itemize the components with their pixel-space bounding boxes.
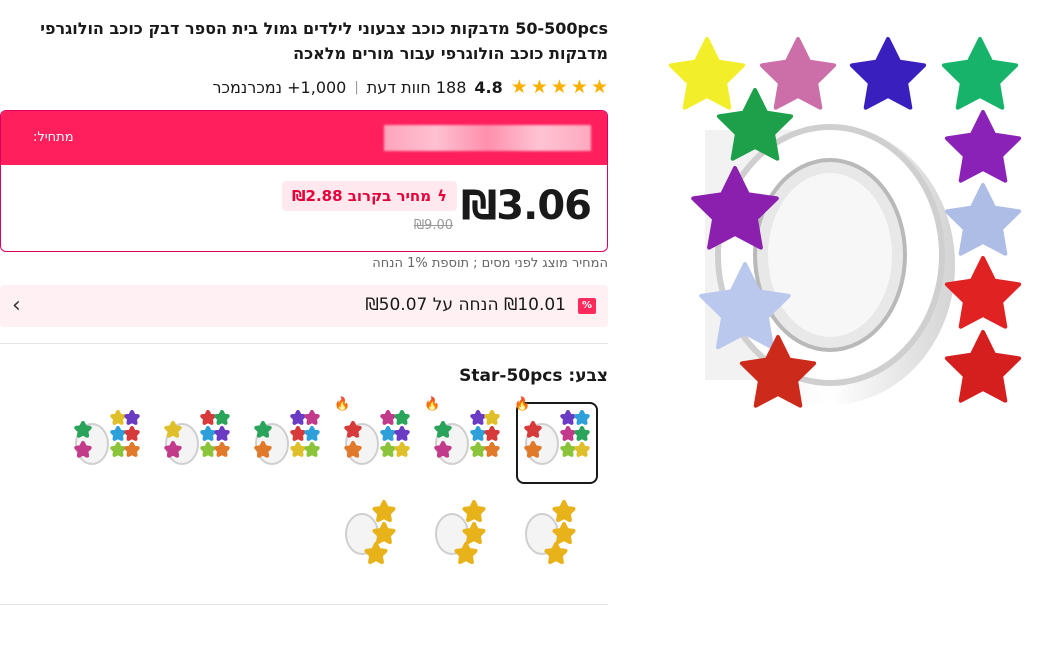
star-sticker [394,426,410,441]
variant-thumbnail[interactable]: 🔥 [514,397,598,484]
star-sticker [110,426,126,441]
variant-thumbnail[interactable] [70,406,144,480]
star-sticker [124,426,140,441]
price-box: מתחיל: ₪3.06 ϟ מחיר בקרוב ₪2.88 ₪9.00 [0,110,608,252]
star-sticker [394,442,410,457]
star-sticker [304,410,320,425]
variant-image [164,410,230,465]
product-info-column: 50-500pcs מדבקות כוכב צבעוני לילדים גמול… [0,0,608,652]
discount-banner[interactable]: % ₪10.01 הנחה על ₪50.07 › [0,285,608,327]
star-sticker [462,500,486,523]
star-sticker [110,410,126,425]
star-icon: ★ [510,75,528,98]
percent-icon: % [578,298,596,314]
star-sticker [200,442,216,457]
variant-image [74,410,140,465]
star-sticker [484,442,500,457]
star-sticker [944,330,1022,403]
star-sticker [380,410,396,425]
price-banner: מתחיל: [1,111,607,165]
fire-icon: 🔥 [424,397,441,412]
star-sticker [574,410,590,425]
star-sticker [380,426,396,441]
variant-image [524,410,590,465]
star-sticker [668,37,746,110]
rating-score: 4.8 [474,77,503,97]
product-image [668,37,1022,408]
star-sticker [470,442,486,457]
lightning-icon: ϟ [437,187,447,205]
variant-thumbnail[interactable] [340,496,414,570]
variant-thumbnail[interactable] [430,496,504,570]
star-sticker [470,426,486,441]
star-sticker [560,410,576,425]
star-sticker [941,37,1019,110]
variant-image [345,500,396,565]
star-sticker [849,37,927,110]
star-sticker [290,410,306,425]
sold-count: 1,000+ נמכרנמכר [212,77,347,97]
fire-icon: 🔥 [334,397,351,412]
star-icon: ★ [590,75,608,98]
separator: | [354,79,359,95]
star-sticker [200,426,216,441]
star-sticker [110,442,126,457]
review-count[interactable]: 188 חוות דעת [367,78,467,97]
star-sticker [484,410,500,425]
star-sticker [214,442,230,457]
star-sticker [124,442,140,457]
star-sticker [214,426,230,441]
variant-thumbnail[interactable] [160,406,234,480]
star-sticker [304,426,320,441]
variant-image [435,500,486,565]
variant-thumbnail[interactable] [520,496,594,570]
star-sticker [560,442,576,457]
star-sticker [304,442,320,457]
star-sticker [124,410,140,425]
star-sticker [200,410,216,425]
tax-note: המחיר מוצג לפני מסים ; תוספת 1% הנחה [372,256,608,271]
start-label: מתחיל: [33,130,74,145]
star-sticker [394,410,410,425]
star-sticker [560,426,576,441]
star-sticker [944,256,1022,329]
variant-image [525,500,576,565]
star-sticker [552,500,576,523]
product-title: 50-500pcs מדבקות כוכב צבעוני לילדים גמול… [40,19,608,63]
star-sticker [290,442,306,457]
star-sticker [484,426,500,441]
star-sticker [759,37,837,110]
coming-soon-price: מחיר בקרוב ₪2.88 [291,187,432,205]
star-sticker [944,183,1022,256]
variant-thumbnail[interactable] [250,406,324,480]
variant-image [434,410,500,465]
star-icon: ★ [530,75,548,98]
star-icon: ★ [550,75,568,98]
variant-thumbnail[interactable]: 🔥 [334,397,414,480]
discount-text: ₪10.01 הנחה על ₪50.07 [365,295,566,315]
star-sticker [214,410,230,425]
star-sticker [944,110,1022,183]
star-sticker [290,426,306,441]
star-sticker [380,442,396,457]
star-icon: ★ [570,75,588,98]
variant-image [254,410,320,465]
variant-thumbnail[interactable]: 🔥 [424,397,504,480]
star-sticker [372,500,396,523]
coming-soon-price-badge: ϟ מחיר בקרוב ₪2.88 [281,181,457,211]
current-price: ₪3.06 [461,183,592,229]
blurred-banner-text [384,125,591,151]
chevron-right-icon[interactable]: › [12,293,21,318]
color-label: צבע: Star-50pcs [459,366,608,386]
star-sticker [574,442,590,457]
fire-icon: 🔥 [514,397,531,412]
divider [0,604,608,605]
divider [0,343,608,344]
star-sticker [470,410,486,425]
variant-image [344,410,410,465]
rating-row[interactable]: ★ ★ ★ ★ ★ 4.8 188 חוות דעת | 1,000+ נמכר… [213,75,608,99]
original-price: ₪9.00 [413,218,453,233]
star-sticker [574,426,590,441]
rating-stars: ★ ★ ★ ★ ★ [510,75,608,98]
